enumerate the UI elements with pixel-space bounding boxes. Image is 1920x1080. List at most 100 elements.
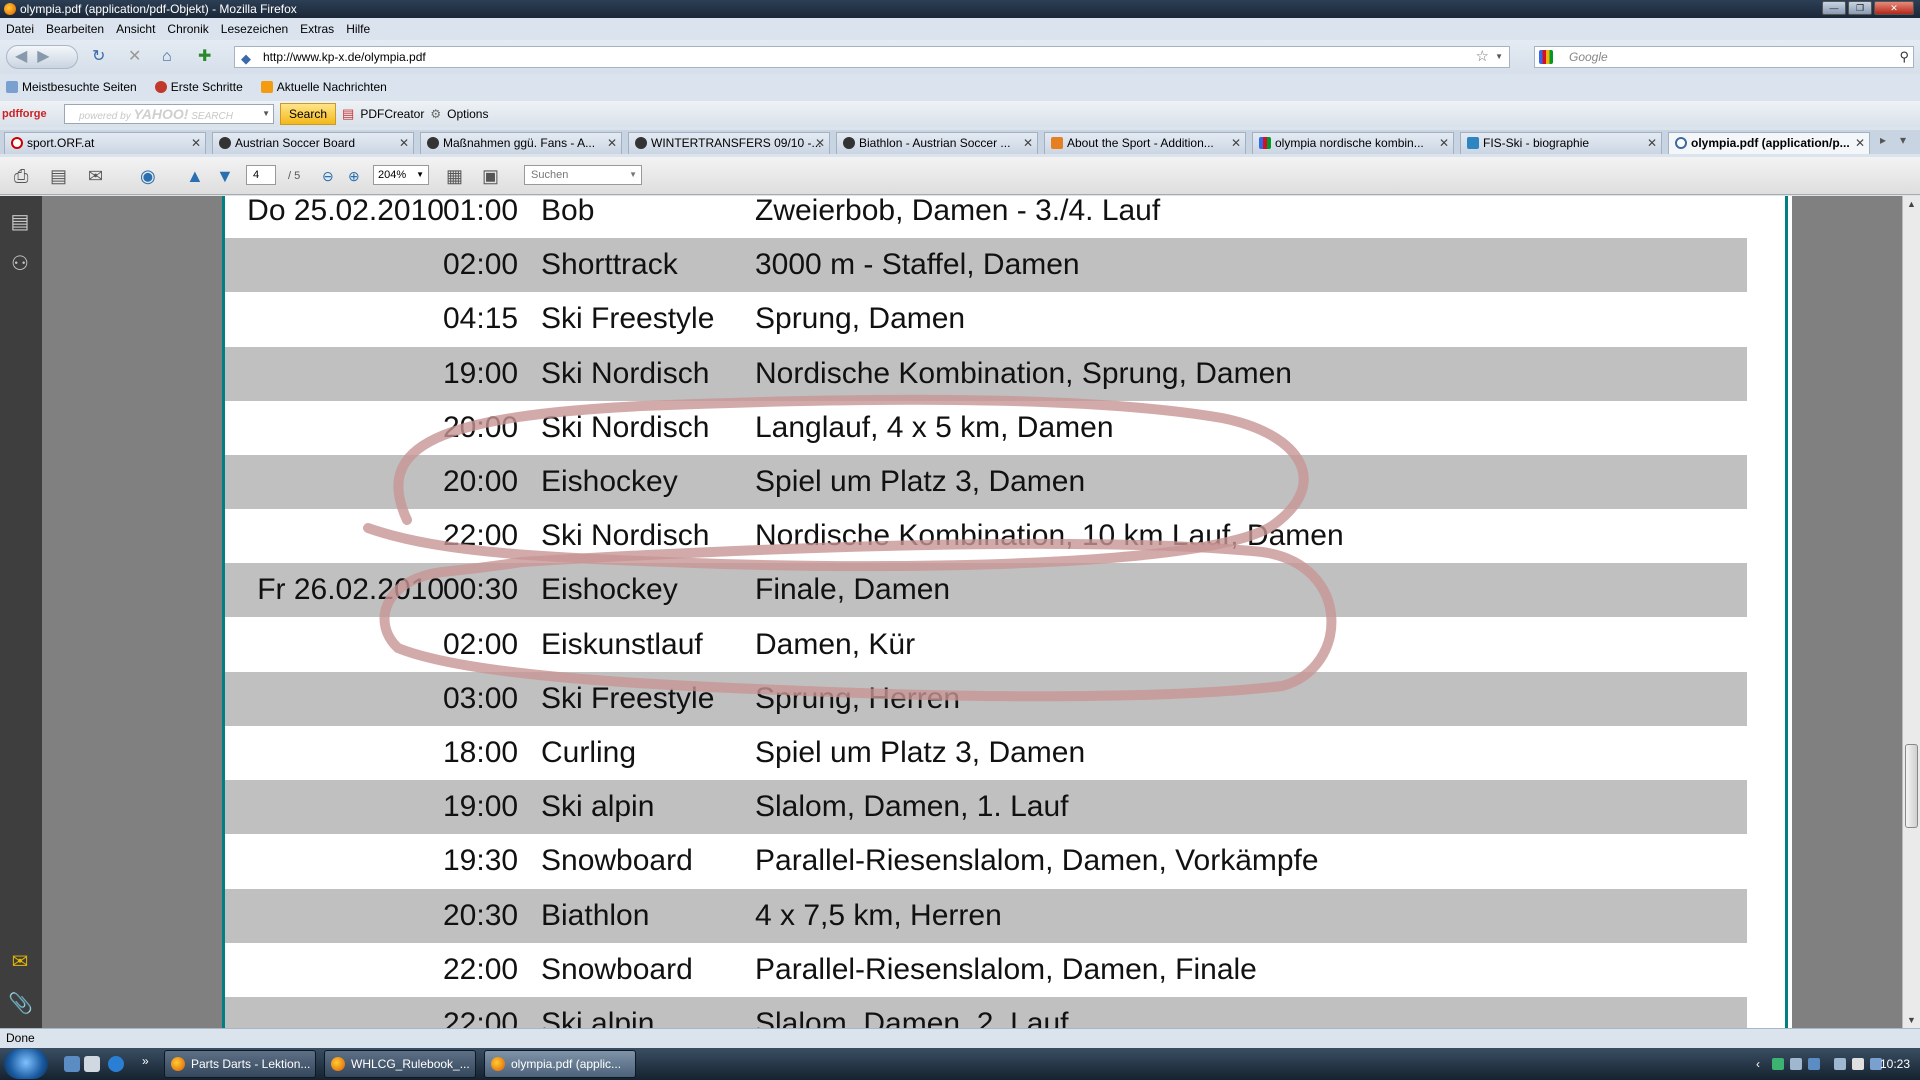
maximize-button[interactable]: ❐ [1848, 1, 1872, 15]
next-page-icon[interactable]: ▼ [216, 165, 234, 187]
network-icon[interactable] [1790, 1058, 1802, 1070]
soccer-ball-icon [427, 137, 439, 149]
bookmark-meistbesuchte[interactable]: Meistbesuchte Seiten [6, 80, 137, 94]
search-bar[interactable]: Google ⚲ [1534, 46, 1914, 68]
url-dropdown-icon[interactable]: ▼ [1495, 47, 1503, 67]
scroll-up-icon[interactable]: ▲ [1903, 196, 1920, 212]
pdf-page: Do 25.02.2010 01:00 Bob Zweierbob, Damen - … [222, 196, 1792, 1028]
attachments-icon[interactable]: 📎 [8, 992, 33, 1016]
menu-lesezeichen[interactable]: Lesezeichen [221, 22, 288, 36]
stop-icon[interactable]: ✕ [128, 47, 141, 67]
menu-hilfe[interactable]: Hilfe [346, 22, 370, 36]
url-text[interactable]: http://www.kp-x.de/olympia.pdf [263, 50, 426, 64]
fit-page-icon[interactable]: ▦ [446, 165, 463, 187]
search-placeholder[interactable]: Google [1569, 50, 1608, 64]
rss-icon [260, 81, 273, 93]
bookmark-aktuelle-nachrichten[interactable]: Aktuelle Nachrichten [260, 80, 387, 94]
quicklaunch-more-icon[interactable]: » [142, 1054, 149, 1068]
menu-ansicht[interactable]: Ansicht [116, 22, 155, 36]
tab-austrian-soccer-board[interactable]: Austrian Soccer Board ✕ [212, 132, 414, 154]
home-icon[interactable]: ⌂ [162, 47, 172, 67]
menu-extras[interactable]: Extras [300, 22, 334, 36]
tab-close-icon[interactable]: ✕ [399, 133, 409, 153]
tab-about-the-sport[interactable]: About the Sport - Addition... ✕ [1044, 132, 1246, 154]
tab-fis-ski[interactable]: FIS-Ski - biographie ✕ [1460, 132, 1662, 154]
tab-scroll-icon[interactable]: ▸ [1880, 133, 1886, 151]
close-button[interactable]: ✕ [1874, 1, 1914, 15]
chevron-down-icon[interactable]: ▼ [629, 166, 637, 184]
pdf-viewport[interactable]: Do 25.02.2010 01:00 Bob Zweierbob, Damen - … [42, 196, 1902, 1028]
tab-label: Austrian Soccer Board [235, 136, 356, 150]
google-engine-icon[interactable] [1539, 50, 1553, 64]
tab-close-icon[interactable]: ✕ [1855, 133, 1865, 153]
tab-close-icon[interactable]: ✕ [815, 133, 825, 153]
previous-page-icon[interactable]: ▲ [186, 165, 204, 187]
pdf-toolbar: ⎙ ▤ ✉ ◉ ▲ ▼ 4 / 5 ⊖ ⊕ 204% ▼ ▦ ▣ Suchen … [0, 157, 1920, 195]
bookmark-erste-schritte[interactable]: Erste Schritte [154, 80, 243, 94]
collaborate-icon[interactable]: ◉ [140, 165, 156, 187]
tray-app-icon[interactable] [1834, 1058, 1846, 1070]
pdfcreator-button[interactable]: PDFCreator [360, 107, 424, 121]
scrollbar-thumb[interactable] [1905, 744, 1918, 828]
windows-taskbar: » Parts Darts - Lektion... WHLCG_Ruleboo… [0, 1048, 1920, 1080]
tab-massnahmen[interactable]: Maßnahmen ggü. Fans - A... ✕ [420, 132, 622, 154]
tab-close-icon[interactable]: ✕ [1439, 133, 1449, 153]
taskbar-item-whlcg[interactable]: WHLCG_Rulebook_... [324, 1050, 476, 1078]
menu-bearbeiten[interactable]: Bearbeiten [46, 22, 104, 36]
scroll-down-icon[interactable]: ▼ [1903, 1012, 1920, 1028]
back-forward-buttons[interactable]: ◀▶ [6, 45, 78, 69]
chevron-down-icon[interactable]: ▼ [416, 166, 424, 184]
show-desktop-icon[interactable] [64, 1056, 80, 1072]
tray-app-icon[interactable] [1808, 1058, 1820, 1070]
yahoo-search-input[interactable]: powered by YAHOO! SEARCH ▼ [64, 104, 274, 124]
print-icon[interactable]: ⎙ [14, 165, 28, 187]
zoom-out-icon[interactable]: ⊖ [322, 165, 334, 187]
vertical-scrollbar[interactable]: ▲ ▼ [1902, 196, 1920, 1028]
save-icon[interactable]: ▤ [50, 165, 67, 187]
add-bookmark-icon[interactable]: ✚ [198, 47, 211, 67]
zoom-in-icon[interactable]: ⊕ [348, 165, 360, 187]
pages-icon[interactable]: ▤ [8, 210, 32, 234]
start-button[interactable] [4, 1049, 48, 1079]
url-bar[interactable]: ◆ http://www.kp-x.de/olympia.pdf ☆ ▼ [234, 46, 1510, 68]
email-icon[interactable]: ✉ [88, 165, 103, 187]
search-icon[interactable]: ⚲ [1899, 47, 1909, 67]
taskbar-item-parts-darts[interactable]: Parts Darts - Lektion... [164, 1050, 316, 1078]
tab-close-icon[interactable]: ✕ [1647, 133, 1657, 153]
tab-close-icon[interactable]: ✕ [607, 133, 617, 153]
tab-close-icon[interactable]: ✕ [191, 133, 201, 153]
minimize-button[interactable]: — [1822, 1, 1846, 15]
internet-explorer-icon[interactable] [108, 1056, 124, 1072]
page-number-input[interactable]: 4 [246, 165, 276, 185]
tab-olympia-nordische[interactable]: olympia nordische kombin... ✕ [1252, 132, 1454, 154]
tab-sport-orf[interactable]: sport.ORF.at ✕ [4, 132, 206, 154]
tray-app-icon[interactable] [1772, 1058, 1784, 1070]
star-icon[interactable]: ☆ [1476, 47, 1489, 67]
switch-windows-icon[interactable] [84, 1056, 100, 1072]
menu-chronik[interactable]: Chronik [167, 22, 208, 36]
tray-expand-icon[interactable]: ‹ [1756, 1048, 1760, 1080]
reload-icon[interactable]: ↻ [92, 47, 105, 67]
fit-width-icon[interactable]: ▣ [482, 165, 499, 187]
find-input[interactable]: Suchen ▼ [524, 165, 642, 185]
comments-icon[interactable]: ✉ [8, 950, 32, 974]
firefox-icon [491, 1057, 505, 1071]
taskbar-item-olympia[interactable]: olympia.pdf (applic... [484, 1050, 636, 1078]
pdfforge-logo: pdfforge [2, 108, 47, 120]
site-identity-icon[interactable]: ◆ [241, 49, 251, 69]
menu-datei[interactable]: Datei [6, 22, 34, 36]
list-all-tabs-icon[interactable]: ▾ [1900, 133, 1906, 151]
yahoo-search-button[interactable]: Search [280, 103, 337, 125]
page-favicon-icon [1675, 137, 1687, 149]
tab-wintertransfers[interactable]: WINTERTRANSFERS 09/10 -... ✕ [628, 132, 830, 154]
chevron-down-icon[interactable]: ▼ [262, 105, 270, 123]
tab-close-icon[interactable]: ✕ [1231, 133, 1241, 153]
tab-close-icon[interactable]: ✕ [1023, 133, 1033, 153]
tab-olympia-pdf[interactable]: olympia.pdf (application/p... ✕ [1668, 132, 1870, 154]
volume-icon[interactable] [1852, 1058, 1864, 1070]
options-button[interactable]: Options [447, 107, 488, 121]
binoculars-icon[interactable]: ⚇ [8, 252, 32, 276]
tab-biathlon[interactable]: Biathlon - Austrian Soccer ... ✕ [836, 132, 1038, 154]
page-total: / 5 [288, 170, 301, 182]
zoom-select[interactable]: 204% ▼ [373, 165, 429, 185]
